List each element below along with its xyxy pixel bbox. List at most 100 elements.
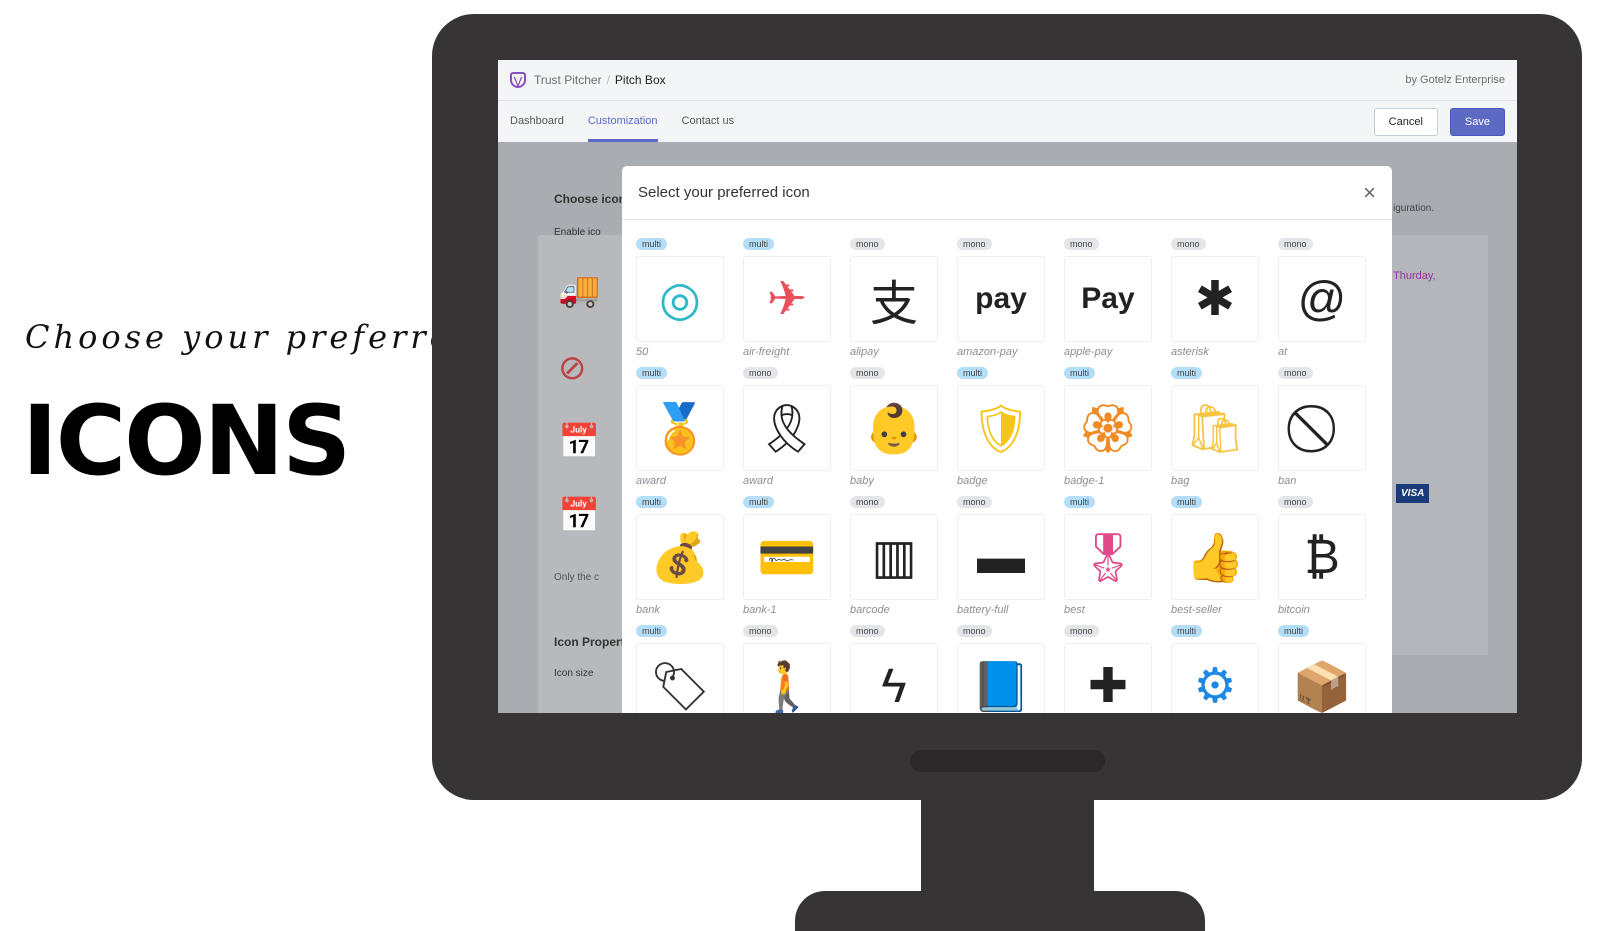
icon-card[interactable]: ϟ	[850, 643, 938, 713]
icon-option[interactable]: mono ▬ battery-full	[957, 492, 1062, 616]
icon-card[interactable]: 🎖	[1064, 514, 1152, 600]
icon-name: asterisk	[1171, 346, 1209, 358]
truck-icon[interactable]: 🚚	[558, 270, 600, 310]
icon-option[interactable]: mono ✚	[1064, 621, 1169, 713]
icon-option[interactable]: mono 📘	[957, 621, 1062, 713]
best-seller-icon: 👍	[1185, 531, 1245, 585]
icon-card[interactable]: 🎗	[743, 385, 831, 471]
icon-card[interactable]: Pay	[1064, 256, 1152, 342]
icon-card[interactable]: pay	[957, 256, 1045, 342]
icon-option[interactable]: multi 📦	[1278, 621, 1383, 713]
icon-name: amazon-pay	[957, 346, 1018, 358]
icon-type-badge: multi	[1064, 367, 1096, 379]
icon-option[interactable]: multi 💳 bank-1	[743, 492, 848, 616]
icon-name: bank	[636, 604, 660, 616]
icon-card[interactable]: 🏅	[636, 385, 724, 471]
priority-stamp-icon[interactable]: ⊘	[558, 348, 587, 388]
enable-icons-checkbox[interactable]: Enable ico	[554, 227, 601, 238]
calendar-icon[interactable]: 📅	[558, 496, 600, 536]
icon-card[interactable]: ✚	[1064, 643, 1152, 713]
icon-option[interactable]: multi 💰 bank	[636, 492, 741, 616]
icon-card[interactable]: 🛡	[957, 385, 1045, 471]
icon-option[interactable]: mono Pay apple-pay	[1064, 234, 1169, 358]
icon-card[interactable]: ✈	[743, 256, 831, 342]
icon-card[interactable]: 🏵	[1064, 385, 1152, 471]
icon-card[interactable]: ◎	[636, 256, 724, 342]
tab-contact-us[interactable]: Contact us	[682, 101, 735, 142]
cancel-button[interactable]: Cancel	[1373, 107, 1438, 136]
icon-type-badge: mono	[957, 238, 992, 250]
tab-customization[interactable]: Customization	[587, 101, 658, 142]
icon-option[interactable]: multi ◎ 50	[636, 234, 741, 358]
icon-option[interactable]: mono 支 alipay	[850, 234, 955, 358]
icon-option[interactable]: multi 🏅 award	[636, 363, 741, 487]
icon-type-badge: multi	[636, 496, 668, 508]
icon-option[interactable]: mono 🚶	[743, 621, 848, 713]
icon-name: baby	[850, 475, 874, 487]
promo-subtitle: Choose your preferred	[25, 318, 478, 356]
icon-type-badge: multi	[636, 238, 668, 250]
icon-name: ban	[1278, 475, 1297, 487]
icon-option[interactable]: mono @ at	[1278, 234, 1383, 358]
close-icon[interactable]: ×	[1363, 180, 1376, 206]
icon-card[interactable]: 💰	[636, 514, 724, 600]
icon-option[interactable]: multi ✈ air-freight	[743, 234, 848, 358]
icon-card[interactable]: 支	[850, 256, 938, 342]
icon-option[interactable]: mono ϟ	[850, 621, 955, 713]
icon-card[interactable]: 📦	[1278, 643, 1366, 713]
award-icon: 🎗	[756, 402, 818, 456]
icon-type-badge: mono	[1171, 238, 1206, 250]
icon-type-badge: multi	[743, 496, 775, 508]
icon-option[interactable]: mono ✱ asterisk	[1171, 234, 1276, 358]
icon-option[interactable]: multi 🛍 bag	[1171, 363, 1276, 487]
icon-type-badge: mono	[1064, 625, 1099, 637]
icon-card[interactable]: ⃠	[1278, 385, 1366, 471]
icon-card[interactable]: ▥	[850, 514, 938, 600]
icon-card[interactable]: 🛍	[1171, 385, 1259, 471]
icon-option[interactable]: multi 🏷	[636, 621, 741, 713]
icon-card[interactable]: @	[1278, 256, 1366, 342]
icon-card[interactable]: 📘	[957, 643, 1045, 713]
icon-name: bag	[1171, 475, 1190, 487]
icon-option[interactable]: mono ▥ barcode	[850, 492, 955, 616]
icon-card[interactable]: 💳	[743, 514, 831, 600]
battery-full-icon: ▬	[977, 530, 1025, 584]
icon-name: barcode	[850, 604, 890, 616]
icon-properties-heading: Icon Propert	[554, 635, 625, 649]
icon-option[interactable]: mono pay amazon-pay	[957, 234, 1062, 358]
icon-card[interactable]: ✱	[1171, 256, 1259, 342]
icon-option[interactable]: mono 🎗 award	[743, 363, 848, 487]
save-button[interactable]: Save	[1449, 107, 1505, 136]
icon-card[interactable]: ▬	[957, 514, 1045, 600]
brand-link[interactable]: Trust Pitcher	[534, 73, 602, 87]
icon-card[interactable]: 👶	[850, 385, 938, 471]
icon-option[interactable]: multi 🛡 badge	[957, 363, 1062, 487]
apple-pay-icon: Pay	[1081, 282, 1135, 315]
shield-logo-icon: V	[510, 72, 526, 89]
icon-option[interactable]: mono 👶 baby	[850, 363, 955, 487]
icon-type-badge: multi	[636, 367, 668, 379]
icon-type-badge: multi	[1278, 625, 1310, 637]
calendar-icon[interactable]: 📅	[558, 422, 600, 462]
icon-option[interactable]: multi 👍 best-seller	[1171, 492, 1276, 616]
icon-card[interactable]: ₿	[1278, 514, 1366, 600]
icon-option[interactable]: multi ⚙	[1171, 621, 1276, 713]
promo-title: ICONS	[22, 385, 351, 497]
icon-type-badge: mono	[850, 238, 885, 250]
icon-card[interactable]: 🚶	[743, 643, 831, 713]
icon-option[interactable]: mono ⃠ ban	[1278, 363, 1383, 487]
icon-type-badge: multi	[1171, 625, 1203, 637]
icon-type-badge: multi	[1171, 496, 1203, 508]
icon-option[interactable]: multi 🏵 badge-1	[1064, 363, 1169, 487]
icon-name: badge	[957, 475, 988, 487]
bank-icon: 💰	[650, 531, 710, 585]
icon-card[interactable]: 👍	[1171, 514, 1259, 600]
monitor-chin	[910, 750, 1105, 772]
icon-type-badge: mono	[1278, 496, 1313, 508]
icon-option[interactable]: mono ₿ bitcoin	[1278, 492, 1383, 616]
icon-card[interactable]: 🏷	[636, 643, 724, 713]
icon-option[interactable]: multi 🎖 best	[1064, 492, 1169, 616]
icon-card[interactable]: ⚙	[1171, 643, 1259, 713]
tab-dashboard[interactable]: Dashboard	[510, 101, 564, 142]
icon-type-badge: multi	[1171, 367, 1203, 379]
